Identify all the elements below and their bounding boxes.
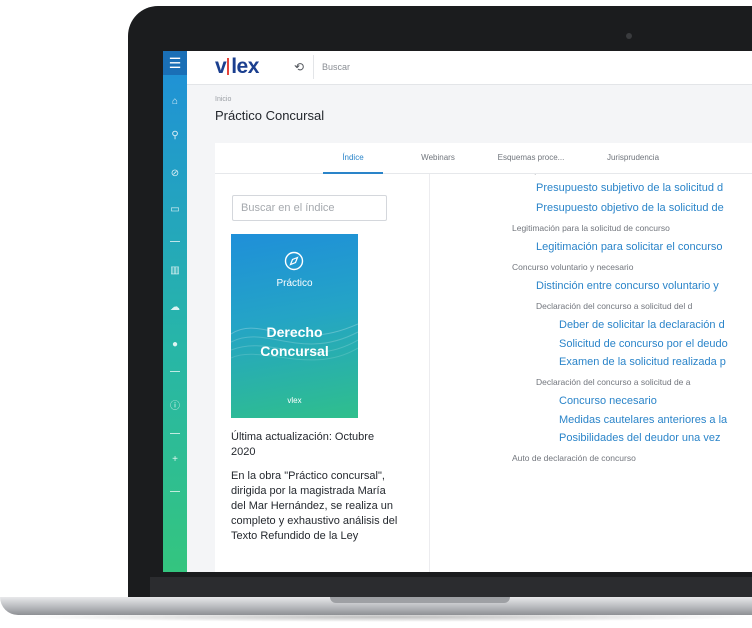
top-bar: v lex ⟲ Buscar [187, 51, 752, 85]
index-link[interactable]: Deber de solicitar la declaración d [559, 319, 725, 331]
vlex-logo[interactable]: v lex [215, 55, 259, 79]
index-link[interactable]: Distinción entre concurso voluntario y [536, 280, 719, 292]
index-link[interactable]: Concurso necesario [559, 395, 657, 407]
index-heading: Legitimación para la solicitud de concur… [512, 223, 670, 233]
cover-label: Práctico [276, 278, 313, 289]
cover-title-line2: Concursal [260, 343, 329, 359]
cover-title-line1: Derecho [266, 324, 323, 340]
compass-icon [284, 251, 304, 271]
tab-bar: Índice Webinars Esquemas proce... Jurisp… [215, 143, 752, 174]
search-icon[interactable]: ⚲ [167, 127, 183, 143]
compass-icon[interactable]: ⊘ [167, 165, 183, 181]
tab-webinars[interactable]: Webinars [411, 143, 465, 172]
screen: ☰ ⌂ ⚲ ⊘ ▭ ▥ ☁ ● ⓘ + v lex ⟲ Buscar Inicio… [163, 51, 752, 572]
rail-divider [170, 491, 180, 492]
index-link[interactable]: Examen de la solicitud realizada p [559, 356, 726, 368]
cover-brand: vlex [287, 396, 302, 405]
cover-title: Derecho Concursal [231, 323, 358, 361]
cloud-icon[interactable]: ☁ [167, 299, 183, 315]
index-search-input[interactable] [232, 195, 387, 221]
index-link[interactable]: Legitimación para solicitar el concurso [536, 241, 722, 253]
folder-icon[interactable]: ▭ [167, 201, 183, 217]
global-search[interactable]: Buscar [313, 55, 492, 79]
user-add-icon[interactable]: + [167, 451, 183, 467]
bulb-icon[interactable]: ● [167, 336, 183, 352]
rail-divider [170, 241, 180, 242]
tab-indice[interactable]: Índice [323, 143, 383, 174]
breadcrumb[interactable]: Inicio [215, 96, 231, 103]
book-info-panel: Práctico Derecho Concursal vlex Última a… [215, 174, 430, 572]
index-heading: Declaración del concurso a solicitud de … [536, 377, 691, 387]
logo-bar [227, 58, 230, 75]
last-updated: Última actualización: Octubre 2020 [231, 431, 375, 458]
tab-jurisprudencia[interactable]: Jurisprudencia [593, 143, 673, 172]
info-icon[interactable]: ⓘ [167, 396, 183, 412]
laptop-notch [330, 597, 510, 603]
index-heading: Declaración del concurso a solicitud del… [536, 301, 693, 311]
index-panel: Concurso de acreedoresDeclaración de con… [430, 174, 752, 572]
rail-divider [170, 433, 180, 434]
tab-esquemas[interactable]: Esquemas proce... [489, 143, 573, 172]
logo-text-left: v [215, 55, 227, 78]
index-heading: Concurso voluntario y necesario [512, 262, 634, 272]
index-link[interactable]: Medidas cautelares anteriores a la [559, 414, 727, 426]
page-title: Práctico Concursal [215, 108, 325, 123]
book-cover[interactable]: Práctico Derecho Concursal vlex [231, 234, 358, 418]
index-link[interactable]: Presupuesto objetivo de la solicitud de [536, 202, 724, 214]
index-link[interactable]: Solicitud de concurso por el deudo [559, 338, 728, 350]
menu-icon[interactable]: ☰ [163, 51, 187, 75]
index-link[interactable]: Presupuesto subjetivo de la solicitud d [536, 182, 723, 194]
laptop-chin [150, 577, 752, 597]
logo-text-right: lex [231, 55, 259, 78]
book-description: En la obra "Práctico concursal", dirigid… [231, 470, 398, 542]
home-icon[interactable]: ⌂ [167, 93, 183, 109]
index-heading: Presupuestos de la declaración de concur… [512, 174, 679, 175]
camera-icon [626, 33, 632, 39]
history-icon[interactable]: ⟲ [294, 60, 304, 74]
index-link[interactable]: Posibilidades del deudor una vez [559, 432, 720, 444]
chart-icon[interactable]: ▥ [167, 262, 183, 278]
rail-divider [170, 371, 180, 372]
index-heading: Auto de declaración de concurso [512, 453, 636, 463]
side-rail: ☰ ⌂ ⚲ ⊘ ▭ ▥ ☁ ● ⓘ + [163, 51, 187, 572]
